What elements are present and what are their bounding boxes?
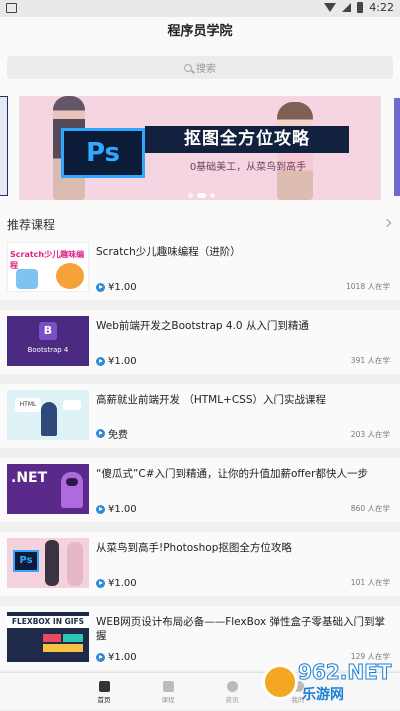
course-price: 免费 (108, 430, 128, 441)
notification-icon (6, 3, 17, 13)
course-item[interactable]: Ps 从菜鸟到高手!Photoshop抠图全方位攻略 ¥1.00 101 人在学 (0, 532, 400, 596)
signal-icon (342, 3, 352, 12)
learner-count: 860 人在学 (350, 504, 390, 513)
course-item[interactable]: HTML 高薪就业前端开发 （HTML+CSS）入门实战课程 免费 203 人在… (0, 384, 400, 448)
course-title: 高薪就业前端开发 （HTML+CSS）入门实战课程 (96, 394, 327, 406)
course-price: ¥1.00 (108, 504, 137, 515)
thumb-text: FLEXBOX IN GIFS (7, 616, 89, 628)
course-thumbnail: HTML (7, 390, 89, 440)
course-item[interactable]: B Bootstrap 4 Web前端开发之Bootstrap 4.0 从入门到… (0, 310, 400, 374)
watermark-text: 962.NET (297, 660, 392, 685)
play-icon (96, 579, 105, 588)
tab-courses[interactable]: 课程 (138, 673, 198, 711)
next-banner[interactable] (394, 98, 400, 196)
play-icon (96, 357, 105, 366)
search-input[interactable]: 搜索 (7, 56, 393, 79)
home-icon (98, 680, 110, 692)
battery-icon (357, 2, 364, 13)
learner-count: 391 人在学 (350, 356, 390, 365)
course-title: 从菜鸟到高手!Photoshop抠图全方位攻略 (96, 542, 292, 554)
banner-subtitle: 0基础美工，从菜鸟到高手 (189, 162, 307, 173)
course-item[interactable]: Scratch少儿趣味编程 Scratch少儿趣味编程（进阶） ¥1.00 10… (0, 236, 400, 300)
course-price: ¥1.00 (108, 578, 137, 589)
carousel-dot[interactable] (210, 193, 215, 198)
carousel-indicator (188, 193, 215, 198)
book-icon (162, 680, 174, 692)
banner-slide[interactable]: Ps 抠图全方位攻略 0基础美工，从菜鸟到高手 (19, 96, 381, 200)
banner-carousel[interactable]: Ps 抠图全方位攻略 0基础美工，从菜鸟到高手 (0, 86, 400, 206)
course-thumbnail: B Bootstrap 4 (7, 316, 89, 366)
status-bar: 4:22 (0, 0, 400, 17)
course-thumbnail: .NET (7, 464, 89, 514)
course-thumbnail: Ps (7, 538, 89, 588)
play-icon (96, 653, 105, 662)
site-watermark: 962.NET 乐游网 (262, 660, 396, 706)
course-thumbnail: Scratch少儿趣味编程 (7, 242, 89, 292)
learner-count: 101 人在学 (350, 578, 390, 587)
search-placeholder: 搜索 (196, 64, 216, 75)
recommended-section-header[interactable]: 推荐课程 (0, 206, 400, 236)
watermark-badge (262, 664, 298, 700)
thumb-text: HTML (15, 398, 41, 412)
photoshop-logo: Ps (61, 128, 145, 178)
carousel-dot-active[interactable] (197, 193, 206, 198)
course-title: WEB网页设计布局必备——FlexBox 弹性盒子零基础入门到掌握 (96, 616, 386, 642)
course-price: ¥1.00 (108, 652, 137, 663)
course-title: Scratch少儿趣味编程（进阶） (96, 246, 241, 258)
search-icon (184, 63, 192, 72)
banner-title: 抠图全方位攻略 (145, 126, 349, 153)
tab-label: 资讯 (225, 695, 239, 704)
tab-news[interactable]: 资讯 (202, 673, 262, 711)
learner-count: 203 人在学 (350, 430, 390, 439)
course-price: ¥1.00 (108, 356, 137, 367)
tab-label: 课程 (161, 695, 175, 704)
course-title: Web前端开发之Bootstrap 4.0 从入门到精通 (96, 320, 309, 332)
tab-label: 首页 (97, 695, 111, 704)
chevron-right-icon[interactable] (382, 218, 392, 228)
section-title: 推荐课程 (7, 218, 56, 232)
page-title: 程序员学院 (0, 17, 400, 50)
play-icon (96, 429, 105, 438)
ps-logo-text: Ps (85, 138, 121, 168)
course-title: “傻瓜式”C#入门到精通，让你的升值加薪offer都快人一步 (96, 468, 368, 480)
carousel-dot[interactable] (188, 193, 193, 198)
status-time: 4:22 (369, 1, 394, 14)
previous-banner[interactable] (0, 96, 8, 196)
watermark-subtext: 乐游网 (302, 687, 344, 703)
play-icon (96, 283, 105, 292)
play-icon (96, 505, 105, 514)
thumb-text: Ps (13, 550, 39, 572)
course-item[interactable]: .NET “傻瓜式”C#入门到精通，让你的升值加薪offer都快人一步 ¥1.0… (0, 458, 400, 522)
thumb-text: .NET (11, 470, 48, 486)
course-thumbnail: FLEXBOX IN GIFS (7, 612, 89, 662)
learner-count: 1018 人在学 (346, 282, 390, 291)
course-price: ¥1.00 (108, 282, 137, 293)
search-bar: 搜索 (0, 50, 400, 86)
thumb-text: Bootstrap 4 (27, 346, 69, 354)
wifi-icon (324, 3, 337, 12)
tab-home[interactable]: 首页 (74, 673, 134, 711)
compass-icon (226, 680, 238, 692)
